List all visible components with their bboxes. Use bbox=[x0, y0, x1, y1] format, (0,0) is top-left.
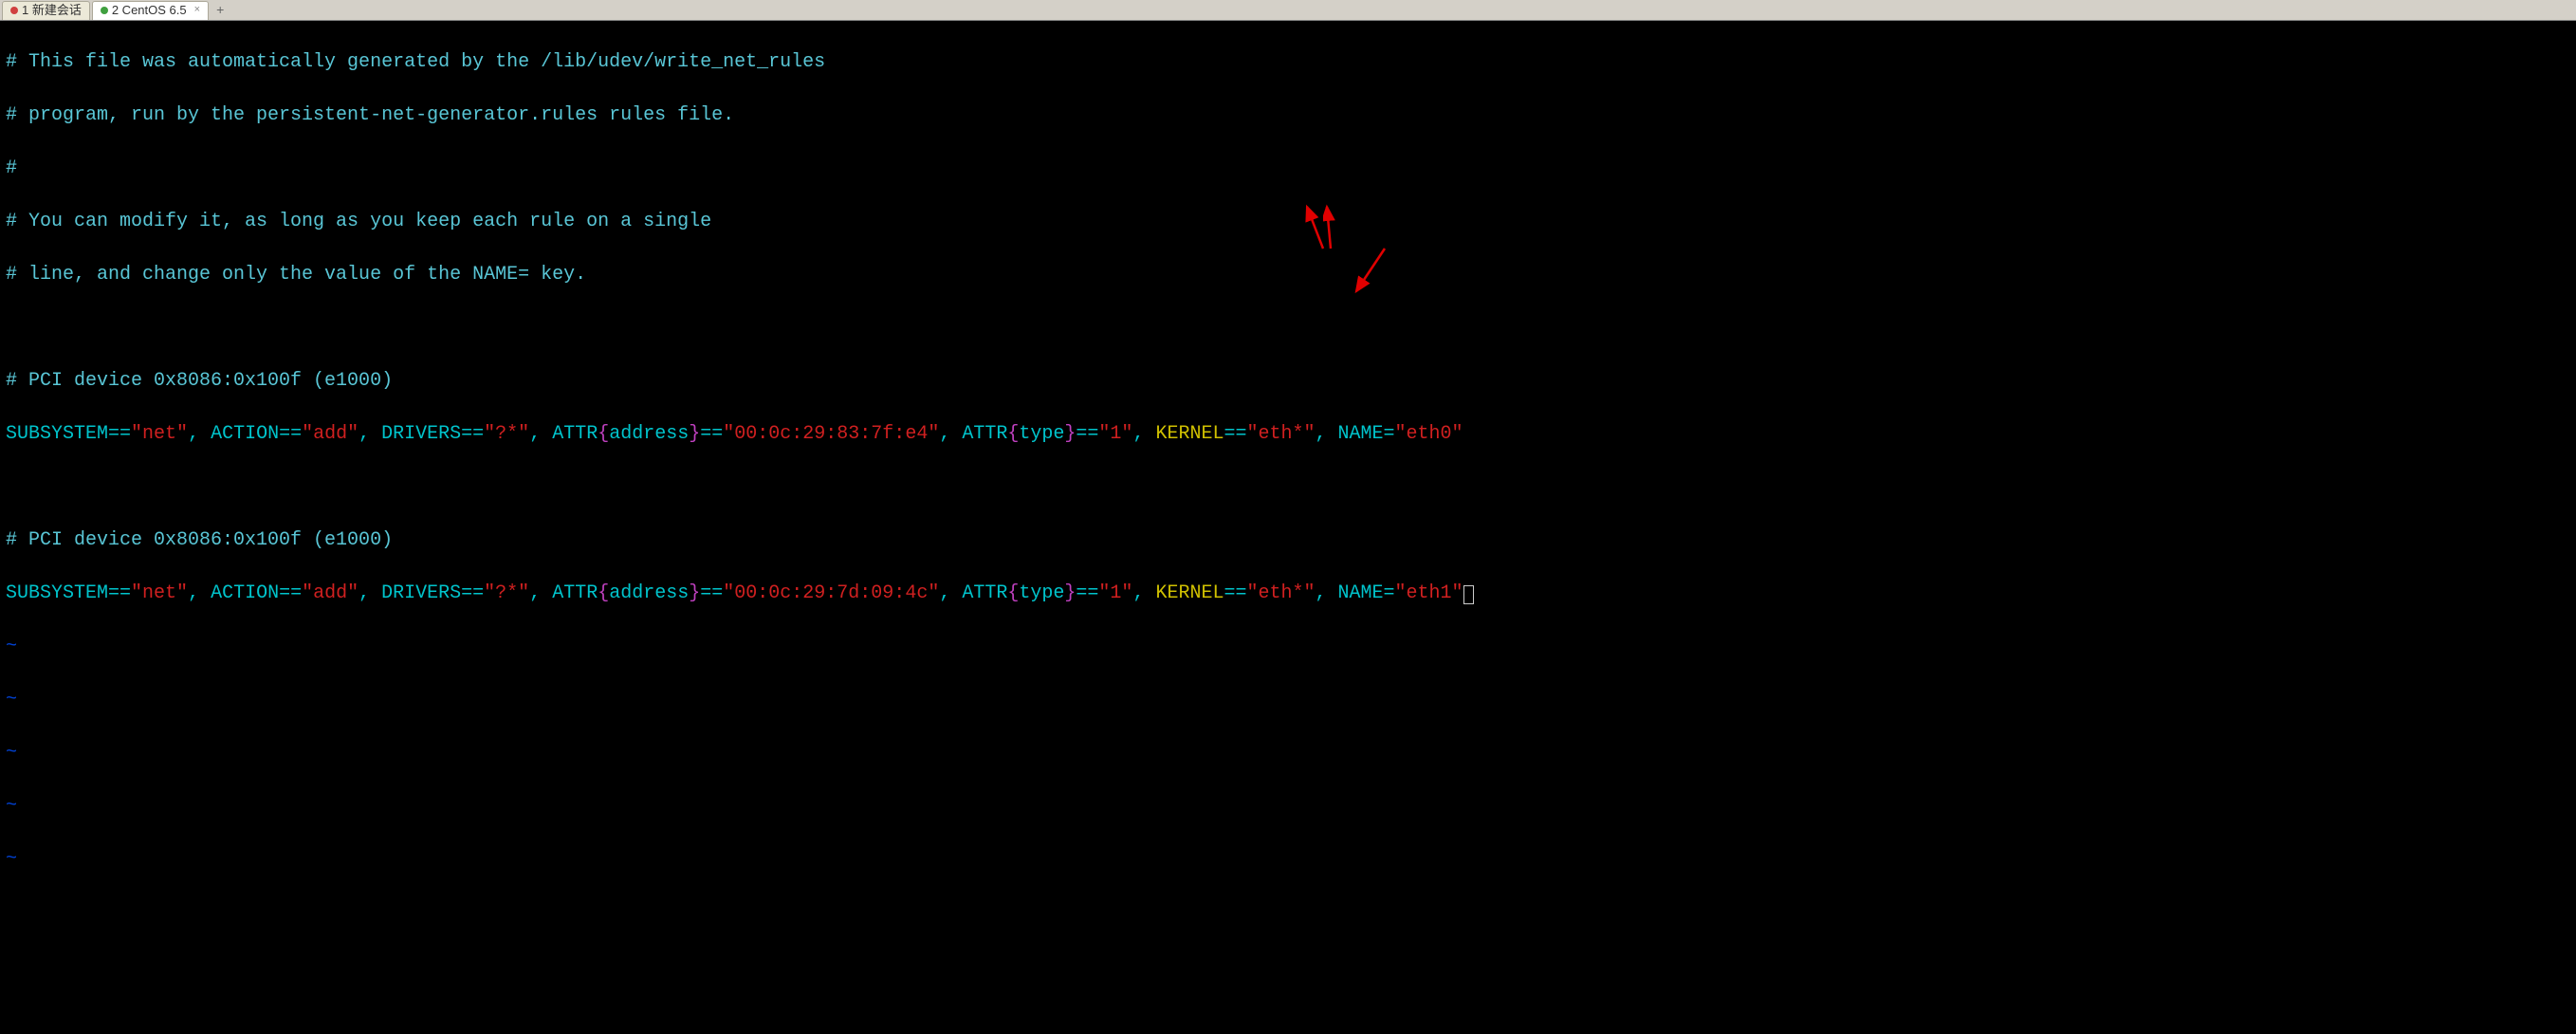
add-tab-button[interactable]: + bbox=[211, 1, 230, 20]
udev-rule-line: SUBSYSTEM=="net", ACTION=="add", DRIVERS… bbox=[6, 581, 2570, 607]
status-dot-icon bbox=[10, 7, 18, 14]
tab-label: 1 新建会话 bbox=[22, 2, 82, 19]
status-dot-icon bbox=[101, 7, 108, 14]
vim-tilde: ~ bbox=[6, 740, 2570, 766]
tab-session-1[interactable]: 1 新建会话 bbox=[2, 1, 90, 20]
cursor bbox=[1463, 585, 1474, 604]
comment-line: # program, run by the persistent-net-gen… bbox=[6, 102, 2570, 129]
blank-line bbox=[6, 474, 2570, 501]
vim-tilde: ~ bbox=[6, 687, 2570, 713]
vim-tilde: ~ bbox=[6, 793, 2570, 820]
tab-label: 2 CentOS 6.5 bbox=[112, 2, 187, 19]
close-icon[interactable]: × bbox=[194, 3, 200, 17]
comment-line: # This file was automatically generated … bbox=[6, 49, 2570, 76]
vim-tilde: ~ bbox=[6, 846, 2570, 873]
comment-line: # PCI device 0x8086:0x100f (e1000) bbox=[6, 527, 2570, 554]
comment-line: # bbox=[6, 156, 2570, 182]
udev-rule-line: SUBSYSTEM=="net", ACTION=="add", DRIVERS… bbox=[6, 421, 2570, 448]
comment-line: # PCI device 0x8086:0x100f (e1000) bbox=[6, 368, 2570, 395]
tab-bar: 1 新建会话 2 CentOS 6.5 × + bbox=[0, 0, 2576, 21]
tab-centos[interactable]: 2 CentOS 6.5 × bbox=[92, 1, 209, 20]
comment-line: # line, and change only the value of the… bbox=[6, 262, 2570, 288]
vim-tilde: ~ bbox=[6, 634, 2570, 660]
blank-line bbox=[6, 315, 2570, 342]
terminal-content[interactable]: # This file was automatically generated … bbox=[0, 21, 2576, 1034]
comment-line: # You can modify it, as long as you keep… bbox=[6, 209, 2570, 235]
